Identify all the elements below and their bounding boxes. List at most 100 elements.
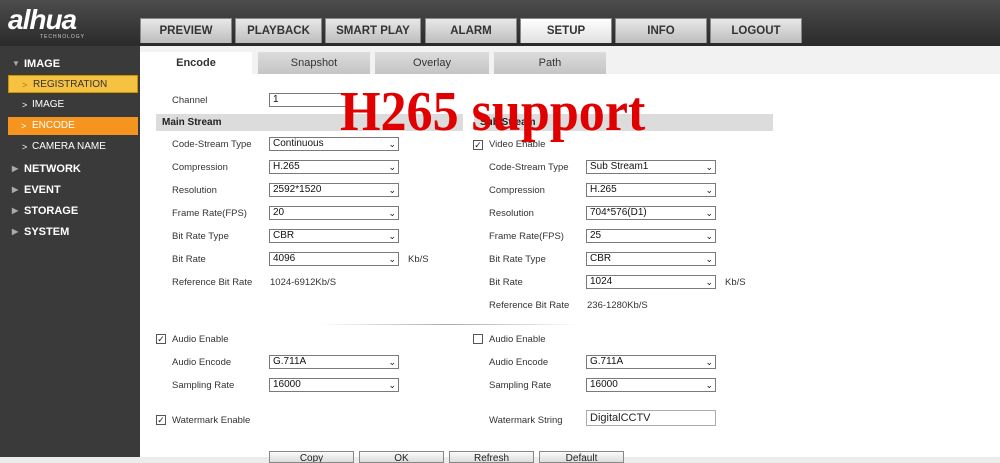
main-compression-value: H.265 <box>273 161 300 172</box>
brand-logo: alhua <box>8 4 77 35</box>
sidebar-item-network[interactable]: ▶ NETWORK <box>0 160 140 178</box>
tab-snapshot[interactable]: Snapshot <box>258 52 370 74</box>
main-code-stream-type-value: Continuous <box>273 138 324 149</box>
nav-alarm[interactable]: ALARM <box>425 18 517 43</box>
caret-right-icon: ▶ <box>12 185 19 194</box>
sidebar-item-encode[interactable]: > ENCODE <box>8 117 138 135</box>
chevron-down-icon: ⌄ <box>388 380 396 390</box>
nav-info[interactable]: INFO <box>615 18 707 43</box>
chevron-right-icon: > <box>22 80 28 90</box>
main-audio-enable-checkbox[interactable]: ✓ <box>156 334 166 344</box>
default-button[interactable]: Default <box>539 451 624 463</box>
chevron-down-icon: ⌄ <box>388 254 396 264</box>
chevron-down-icon: ⌄ <box>705 231 713 241</box>
sub-bit-rate-type-select[interactable]: CBR ⌄ <box>586 252 716 266</box>
main-audio-encode-value: G.711A <box>273 356 307 367</box>
main-bit-rate-type-label: Bit Rate Type <box>172 231 229 242</box>
main-sampling-rate-select[interactable]: 16000 ⌄ <box>269 378 399 392</box>
chevron-down-icon: ⌄ <box>705 185 713 195</box>
watermark-string-input[interactable]: DigitalCCTV <box>586 410 716 426</box>
nav-smart-play[interactable]: SMART PLAY <box>325 18 421 43</box>
ok-button[interactable]: OK <box>359 451 444 463</box>
sidebar-item-event[interactable]: ▶ EVENT <box>0 181 140 199</box>
main-compression-select[interactable]: H.265 ⌄ <box>269 160 399 174</box>
sub-sampling-rate-value: 16000 <box>590 379 618 390</box>
caret-right-icon: ▶ <box>12 206 19 215</box>
chevron-right-icon: > <box>21 121 27 131</box>
sub-reference-bit-rate-label: Reference Bit Rate <box>489 300 570 311</box>
channel-value: 1 <box>273 94 279 105</box>
sub-code-stream-type-select[interactable]: Sub Stream1 ⌄ <box>586 160 716 174</box>
brand-tagline: TECHNOLOGY <box>40 34 86 40</box>
main-resolution-value: 2592*1520 <box>273 184 322 195</box>
main-resolution-select[interactable]: 2592*1520 ⌄ <box>269 183 399 197</box>
sidebar-item-label: IMAGE <box>32 99 65 110</box>
main-bit-rate-type-value: CBR <box>273 230 295 241</box>
caret-right-icon: ▶ <box>12 227 19 236</box>
channel-select[interactable]: 1 <box>269 93 349 107</box>
sub-resolution-value: 704*576(D1) <box>590 207 647 218</box>
sub-resolution-label: Resolution <box>489 208 534 219</box>
sidebar-item-registration[interactable]: > REGISTRATION <box>8 75 138 93</box>
sidebar-item-storage[interactable]: ▶ STORAGE <box>0 202 140 220</box>
copy-button[interactable]: Copy <box>269 451 354 463</box>
chevron-down-icon: ⌄ <box>705 277 713 287</box>
caret-right-icon: ▶ <box>12 164 19 173</box>
sub-bit-rate-select[interactable]: 1024 ⌄ <box>586 275 716 289</box>
main-bit-rate-unit: Kb/S <box>408 254 429 265</box>
main-audio-encode-label: Audio Encode <box>172 357 232 368</box>
sidebar-item-camera-name[interactable]: > CAMERA NAME <box>0 138 140 156</box>
watermark-string-label: Watermark String <box>489 415 563 426</box>
sub-code-stream-type-value: Sub Stream1 <box>590 161 649 172</box>
watermark-enable-checkbox[interactable]: ✓ <box>156 415 166 425</box>
sidebar-item-label: CAMERA NAME <box>32 141 106 152</box>
sub-bit-rate-value: 1024 <box>590 276 613 287</box>
sub-bit-rate-type-value: CBR <box>590 253 612 264</box>
sub-compression-select[interactable]: H.265 ⌄ <box>586 183 716 197</box>
main-audio-encode-select[interactable]: G.711A ⌄ <box>269 355 399 369</box>
top-bar: alhua TECHNOLOGY PREVIEW PLAYBACK SMART … <box>0 0 1000 46</box>
main-frame-rate-value: 20 <box>273 207 285 218</box>
main-bit-rate-select[interactable]: 4096 ⌄ <box>269 252 399 266</box>
sub-sampling-rate-select[interactable]: 16000 ⌄ <box>586 378 716 392</box>
sub-audio-enable-label: Audio Enable <box>489 334 546 345</box>
sub-bit-rate-unit: Kb/S <box>725 277 746 288</box>
nav-playback[interactable]: PLAYBACK <box>235 18 322 43</box>
sub-audio-enable-checkbox[interactable] <box>473 334 483 344</box>
nav-logout[interactable]: LOGOUT <box>710 18 802 43</box>
chevron-down-icon: ⌄ <box>388 231 396 241</box>
main-frame-rate-label: Frame Rate(FPS) <box>172 208 247 219</box>
chevron-down-icon: ⌄ <box>388 185 396 195</box>
sub-frame-rate-label: Frame Rate(FPS) <box>489 231 564 242</box>
sidebar-item-label: SYSTEM <box>24 226 70 238</box>
sidebar-item-label: EVENT <box>24 184 61 196</box>
sidebar-item-system[interactable]: ▶ SYSTEM <box>0 223 140 241</box>
nav-preview[interactable]: PREVIEW <box>140 18 232 43</box>
tab-encode[interactable]: Encode <box>140 52 252 76</box>
sidebar-item-image[interactable]: ▼ IMAGE <box>0 55 140 73</box>
chevron-down-icon: ⌄ <box>705 380 713 390</box>
chevron-down-icon: ⌄ <box>705 254 713 264</box>
chevron-down-icon: ⌄ <box>388 357 396 367</box>
tab-path[interactable]: Path <box>494 52 606 74</box>
sub-sampling-rate-label: Sampling Rate <box>489 380 552 391</box>
main-frame-rate-select[interactable]: 20 ⌄ <box>269 206 399 220</box>
main-bit-rate-label: Bit Rate <box>172 254 206 265</box>
sub-reference-bit-rate-value: 236-1280Kb/S <box>587 300 648 311</box>
main-code-stream-type-label: Code-Stream Type <box>172 139 252 150</box>
chevron-right-icon: > <box>22 142 28 152</box>
tab-overlay[interactable]: Overlay <box>375 52 489 74</box>
sub-frame-rate-select[interactable]: 25 ⌄ <box>586 229 716 243</box>
sidebar: ▼ IMAGE > REGISTRATION > IMAGE > ENCODE … <box>0 46 140 457</box>
chevron-right-icon: > <box>22 100 28 110</box>
main-bit-rate-type-select[interactable]: CBR ⌄ <box>269 229 399 243</box>
sub-audio-encode-select[interactable]: G.711A ⌄ <box>586 355 716 369</box>
sub-frame-rate-value: 25 <box>590 230 602 241</box>
chevron-down-icon: ⌄ <box>705 208 713 218</box>
sub-resolution-select[interactable]: 704*576(D1) ⌄ <box>586 206 716 220</box>
sidebar-item-image-sub[interactable]: > IMAGE <box>0 96 140 114</box>
tab-bar: Encode Snapshot Overlay Path <box>140 52 1000 76</box>
nav-setup[interactable]: SETUP <box>520 18 612 43</box>
main-audio-enable-label: Audio Enable <box>172 334 229 345</box>
refresh-button[interactable]: Refresh <box>449 451 534 463</box>
